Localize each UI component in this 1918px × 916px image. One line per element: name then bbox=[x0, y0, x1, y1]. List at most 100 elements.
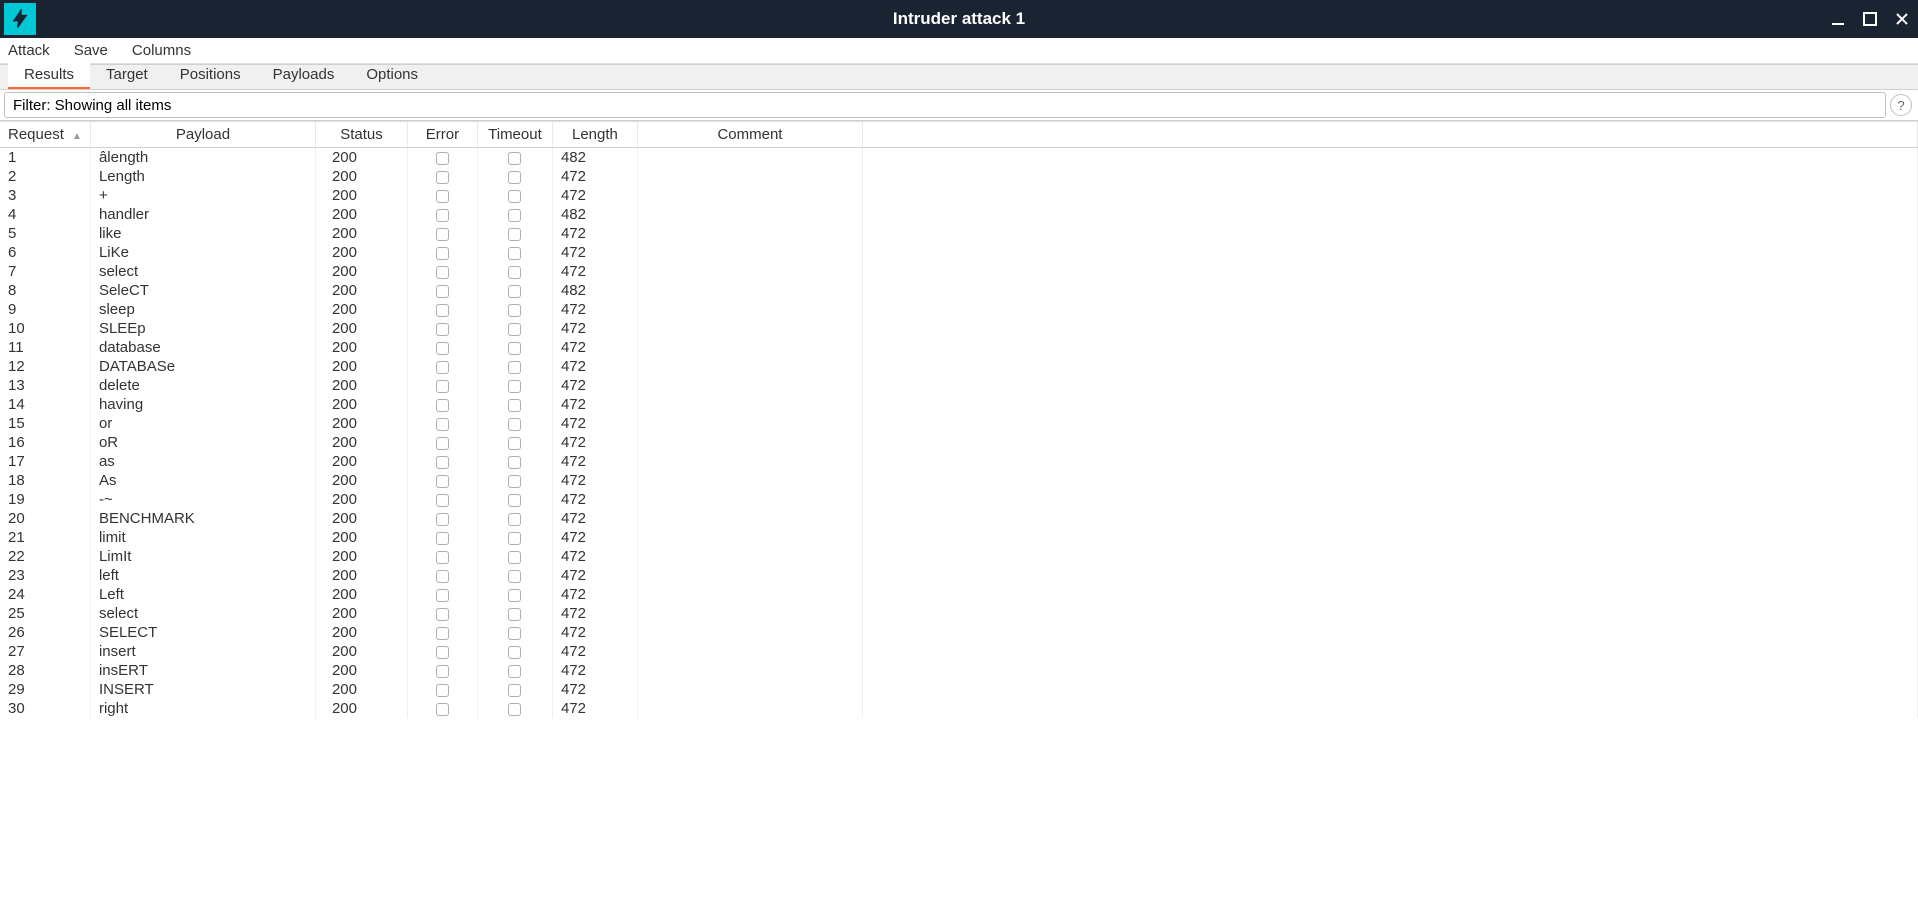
timeout-checkbox[interactable] bbox=[508, 361, 521, 374]
cell-comment[interactable] bbox=[637, 338, 862, 357]
cell-comment[interactable] bbox=[637, 300, 862, 319]
error-checkbox[interactable] bbox=[436, 551, 449, 564]
table-row[interactable]: 5like200472 bbox=[0, 224, 1918, 243]
error-checkbox[interactable] bbox=[436, 342, 449, 355]
cell-comment[interactable] bbox=[637, 452, 862, 471]
error-checkbox[interactable] bbox=[436, 228, 449, 241]
table-row[interactable]: 9sleep200472 bbox=[0, 300, 1918, 319]
timeout-checkbox[interactable] bbox=[508, 152, 521, 165]
timeout-checkbox[interactable] bbox=[508, 456, 521, 469]
cell-comment[interactable] bbox=[637, 585, 862, 604]
error-checkbox[interactable] bbox=[436, 380, 449, 393]
table-row[interactable]: 27insert200472 bbox=[0, 642, 1918, 661]
error-checkbox[interactable] bbox=[436, 437, 449, 450]
menu-columns[interactable]: Columns bbox=[120, 40, 203, 61]
cell-comment[interactable] bbox=[637, 661, 862, 680]
error-checkbox[interactable] bbox=[436, 608, 449, 621]
error-checkbox[interactable] bbox=[436, 152, 449, 165]
table-row[interactable]: 4handler200482 bbox=[0, 205, 1918, 224]
error-checkbox[interactable] bbox=[436, 513, 449, 526]
timeout-checkbox[interactable] bbox=[508, 209, 521, 222]
tab-target[interactable]: Target bbox=[90, 62, 164, 89]
cell-comment[interactable] bbox=[637, 205, 862, 224]
timeout-checkbox[interactable] bbox=[508, 703, 521, 716]
error-checkbox[interactable] bbox=[436, 418, 449, 431]
table-row[interactable]: 2Length200472 bbox=[0, 167, 1918, 186]
timeout-checkbox[interactable] bbox=[508, 418, 521, 431]
cell-comment[interactable] bbox=[637, 699, 862, 718]
error-checkbox[interactable] bbox=[436, 456, 449, 469]
cell-comment[interactable] bbox=[637, 433, 862, 452]
cell-comment[interactable] bbox=[637, 186, 862, 205]
error-checkbox[interactable] bbox=[436, 323, 449, 336]
timeout-checkbox[interactable] bbox=[508, 475, 521, 488]
timeout-checkbox[interactable] bbox=[508, 646, 521, 659]
error-checkbox[interactable] bbox=[436, 703, 449, 716]
header-comment[interactable]: Comment bbox=[637, 122, 862, 148]
error-checkbox[interactable] bbox=[436, 475, 449, 488]
cell-comment[interactable] bbox=[637, 566, 862, 585]
cell-comment[interactable] bbox=[637, 281, 862, 300]
error-checkbox[interactable] bbox=[436, 247, 449, 260]
error-checkbox[interactable] bbox=[436, 570, 449, 583]
cell-comment[interactable] bbox=[637, 376, 862, 395]
timeout-checkbox[interactable] bbox=[508, 494, 521, 507]
timeout-checkbox[interactable] bbox=[508, 437, 521, 450]
cell-comment[interactable] bbox=[637, 471, 862, 490]
error-checkbox[interactable] bbox=[436, 589, 449, 602]
header-status[interactable]: Status bbox=[315, 122, 407, 148]
table-row[interactable]: 19-~200472 bbox=[0, 490, 1918, 509]
error-checkbox[interactable] bbox=[436, 665, 449, 678]
menu-save[interactable]: Save bbox=[62, 40, 120, 61]
cell-comment[interactable] bbox=[637, 395, 862, 414]
cell-comment[interactable] bbox=[637, 243, 862, 262]
error-checkbox[interactable] bbox=[436, 646, 449, 659]
timeout-checkbox[interactable] bbox=[508, 665, 521, 678]
error-checkbox[interactable] bbox=[436, 304, 449, 317]
cell-comment[interactable] bbox=[637, 680, 862, 699]
error-checkbox[interactable] bbox=[436, 171, 449, 184]
table-row[interactable]: 6LiKe200472 bbox=[0, 243, 1918, 262]
timeout-checkbox[interactable] bbox=[508, 551, 521, 564]
timeout-checkbox[interactable] bbox=[508, 589, 521, 602]
table-row[interactable]: 15or200472 bbox=[0, 414, 1918, 433]
table-row[interactable]: 30right200472 bbox=[0, 699, 1918, 718]
cell-comment[interactable] bbox=[637, 604, 862, 623]
cell-comment[interactable] bbox=[637, 547, 862, 566]
close-button[interactable] bbox=[1894, 11, 1910, 27]
cell-comment[interactable] bbox=[637, 414, 862, 433]
cell-comment[interactable] bbox=[637, 623, 862, 642]
error-checkbox[interactable] bbox=[436, 627, 449, 640]
timeout-checkbox[interactable] bbox=[508, 228, 521, 241]
table-row[interactable]: 20BENCHMARK200472 bbox=[0, 509, 1918, 528]
header-timeout[interactable]: Timeout bbox=[477, 122, 552, 148]
error-checkbox[interactable] bbox=[436, 494, 449, 507]
error-checkbox[interactable] bbox=[436, 532, 449, 545]
timeout-checkbox[interactable] bbox=[508, 247, 521, 260]
table-row[interactable]: 7select200472 bbox=[0, 262, 1918, 281]
cell-comment[interactable] bbox=[637, 148, 862, 168]
table-row[interactable]: 29INSERT200472 bbox=[0, 680, 1918, 699]
timeout-checkbox[interactable] bbox=[508, 190, 521, 203]
cell-comment[interactable] bbox=[637, 642, 862, 661]
error-checkbox[interactable] bbox=[436, 285, 449, 298]
table-row[interactable]: 18As200472 bbox=[0, 471, 1918, 490]
cell-comment[interactable] bbox=[637, 167, 862, 186]
cell-comment[interactable] bbox=[637, 262, 862, 281]
tab-options[interactable]: Options bbox=[350, 62, 434, 89]
table-row[interactable]: 16oR200472 bbox=[0, 433, 1918, 452]
table-row[interactable]: 21limit200472 bbox=[0, 528, 1918, 547]
timeout-checkbox[interactable] bbox=[508, 570, 521, 583]
table-row[interactable]: 14having200472 bbox=[0, 395, 1918, 414]
error-checkbox[interactable] bbox=[436, 209, 449, 222]
table-row[interactable]: 8SeleCT200482 bbox=[0, 281, 1918, 300]
timeout-checkbox[interactable] bbox=[508, 627, 521, 640]
cell-comment[interactable] bbox=[637, 224, 862, 243]
table-row[interactable]: 1âlength200482 bbox=[0, 148, 1918, 168]
header-request[interactable]: Request ▲ bbox=[0, 122, 90, 148]
header-length[interactable]: Length bbox=[552, 122, 637, 148]
table-row[interactable]: 17as200472 bbox=[0, 452, 1918, 471]
filter-input[interactable] bbox=[4, 92, 1886, 118]
cell-comment[interactable] bbox=[637, 528, 862, 547]
timeout-checkbox[interactable] bbox=[508, 304, 521, 317]
